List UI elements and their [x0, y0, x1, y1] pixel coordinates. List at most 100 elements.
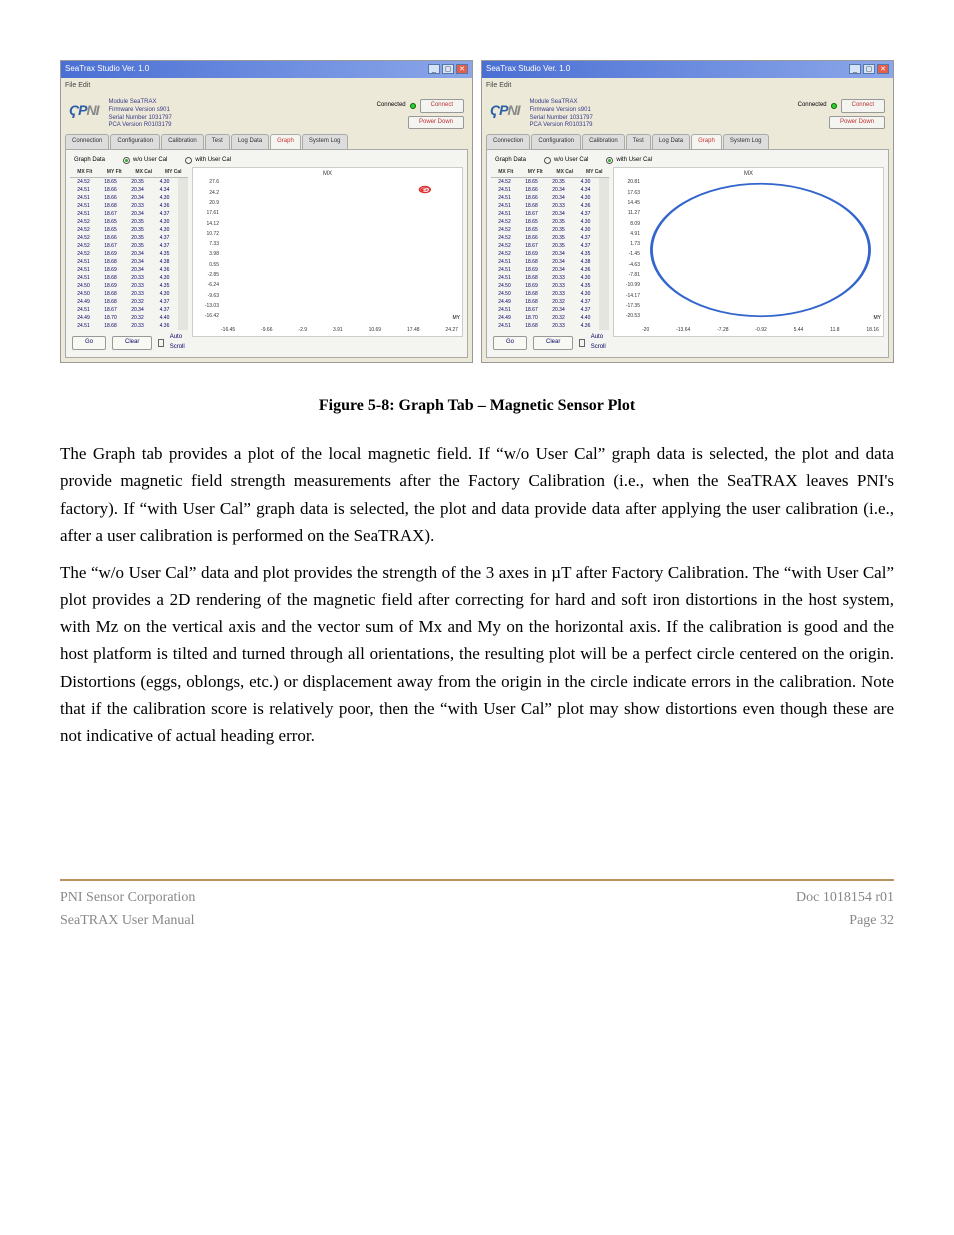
connect-button[interactable]: Connect — [841, 99, 885, 113]
go-button[interactable]: Go — [72, 336, 106, 350]
radio-with-usercal[interactable]: with User Cal — [606, 156, 652, 166]
tab-log-data[interactable]: Log Data — [652, 134, 690, 149]
tab-configuration[interactable]: Configuration — [531, 134, 581, 149]
connection-block: Connected Connect Power Down — [377, 99, 464, 129]
table-row: 24.5118.6920.344.36 — [70, 266, 178, 274]
plot-area — [221, 178, 458, 322]
app-window-left: SeaTrax Studio Ver. 1.0 _ ▢ ✕ File Edit … — [60, 60, 473, 363]
data-table: MX Flt MY Flt MX Cal MY Cal 24.5218.6520… — [70, 167, 188, 352]
window-title: SeaTrax Studio Ver. 1.0 — [65, 63, 149, 76]
graph-data-label: Graph Data — [495, 156, 526, 166]
table-body[interactable]: 24.5218.6520.354.30 24.5118.6620.344.34 24… — [70, 178, 188, 330]
menubar[interactable]: File Edit — [61, 78, 472, 93]
table-header: MX Flt MY Flt MX Cal MY Cal — [491, 167, 609, 178]
header-block: ҀPNI Module SeaTRAX Firmware Version s90… — [61, 93, 472, 134]
table-body[interactable]: 24.5218.6520.354.3024.5118.6620.344.3424… — [491, 178, 609, 330]
window-title: SeaTrax Studio Ver. 1.0 — [486, 63, 570, 76]
menubar[interactable]: File Edit — [482, 78, 893, 93]
col-myflt: MY Flt — [521, 168, 551, 176]
table-row: 24.5218.6520.354.30 — [491, 178, 599, 186]
paragraph-2: The “w/o User Cal” data and plot provide… — [60, 559, 894, 749]
status-led-icon — [410, 103, 416, 109]
pni-logo: ҀPNI — [69, 99, 98, 121]
x-label: MY — [453, 314, 461, 322]
power-down-button[interactable]: Power Down — [829, 116, 885, 130]
table-row: 24.4918.7020.324.40 — [491, 314, 599, 322]
table-row: 24.5018.6820.334.30 — [491, 290, 599, 298]
footer-page: Page 32 — [796, 910, 894, 932]
close-icon[interactable]: ✕ — [456, 64, 468, 74]
table-row: 24.5118.6820.344.38 — [70, 258, 178, 266]
firmware-version: Firmware Version s901 — [529, 107, 592, 115]
connection-block: Connected Connect Power Down — [798, 99, 885, 129]
col-myflt: MY Flt — [100, 168, 130, 176]
tab-test[interactable]: Test — [205, 134, 230, 149]
table-row: 24.5218.6920.344.35 — [491, 250, 599, 258]
table-row: 24.4918.7020.324.40 — [70, 314, 178, 322]
go-button[interactable]: Go — [493, 336, 527, 350]
status-led-icon — [831, 103, 837, 109]
tab-graph[interactable]: Graph — [691, 134, 722, 149]
power-down-button[interactable]: Power Down — [408, 116, 464, 130]
tab-connection[interactable]: Connection — [65, 134, 109, 149]
table-row: 24.5118.6820.344.38 — [491, 258, 599, 266]
table-row: 24.5218.6520.354.30 — [70, 218, 178, 226]
table-row: 24.5218.6520.354.30 — [70, 226, 178, 234]
paragraph-1: The Graph tab provides a plot of the loc… — [60, 440, 894, 549]
connected-label: Connected — [377, 101, 406, 111]
tab-bar: Connection Configuration Calibration Tes… — [486, 134, 889, 150]
header-block: ҀPNI Module SeaTRAX Firmware Version s90… — [482, 93, 893, 134]
minimize-icon[interactable]: _ — [849, 64, 861, 74]
window-controls: _ ▢ ✕ — [849, 64, 889, 74]
tab-system-log[interactable]: System Log — [723, 134, 769, 149]
plot-area — [642, 178, 879, 322]
table-row: 24.5118.6920.344.36 — [491, 266, 599, 274]
autoscroll-checkbox[interactable] — [579, 339, 584, 347]
tab-configuration[interactable]: Configuration — [110, 134, 160, 149]
table-row: 24.5218.6520.354.30 — [491, 226, 599, 234]
scrollbar-thumb[interactable] — [179, 178, 187, 194]
figure-caption: Figure 5-8: Graph Tab – Magnetic Sensor … — [60, 393, 894, 419]
col-mycal: MY Cal — [159, 168, 189, 176]
radio-with-usercal[interactable]: with User Cal — [185, 156, 231, 166]
scrollbar-thumb[interactable] — [600, 178, 608, 194]
maximize-icon[interactable]: ▢ — [863, 64, 875, 74]
plot-left: MX 27.624.220.917.6114.1210.727.333.980.… — [192, 167, 463, 337]
footer-manual: SeaTRAX User Manual — [60, 910, 195, 932]
maximize-icon[interactable]: ▢ — [442, 64, 454, 74]
autoscroll-checkbox[interactable] — [158, 339, 163, 347]
tab-test[interactable]: Test — [626, 134, 651, 149]
table-row: 24.5218.6720.354.37 — [491, 242, 599, 250]
window-controls: _ ▢ ✕ — [428, 64, 468, 74]
x-axis: -20-13.64-7.28-0.925.4411.818.16 — [642, 326, 879, 334]
radio-wo-usercal[interactable]: w/o User Cal — [544, 156, 588, 166]
clear-button[interactable]: Clear — [533, 336, 573, 350]
autoscroll-label: Auto Scroll — [591, 333, 607, 352]
table-row: 24.5118.6620.344.30 — [491, 194, 599, 202]
table-row: 24.5218.6620.354.37 — [491, 234, 599, 242]
body-text: The Graph tab provides a plot of the loc… — [60, 440, 894, 749]
table-row: 24.5118.6620.344.34 — [491, 186, 599, 194]
table-row: 24.5118.6820.334.30 — [491, 274, 599, 282]
module-name: Module SeaTRAX — [108, 99, 171, 107]
table-header: MX Flt MY Flt MX Cal MY Cal — [70, 167, 188, 178]
radio-wo-usercal[interactable]: w/o User Cal — [123, 156, 167, 166]
tab-connection[interactable]: Connection — [486, 134, 530, 149]
tab-system-log[interactable]: System Log — [302, 134, 348, 149]
close-icon[interactable]: ✕ — [877, 64, 889, 74]
col-mxflt: MX Flt — [70, 168, 100, 176]
connect-button[interactable]: Connect — [420, 99, 464, 113]
clear-button[interactable]: Clear — [112, 336, 152, 350]
tab-calibration[interactable]: Calibration — [582, 134, 625, 149]
tab-log-data[interactable]: Log Data — [231, 134, 269, 149]
table-row: 24.5118.6820.334.36 — [491, 202, 599, 210]
app-window-right: SeaTrax Studio Ver. 1.0 _ ▢ ✕ File Edit … — [481, 60, 894, 363]
tab-calibration[interactable]: Calibration — [161, 134, 204, 149]
table-row: 24.5118.6620.344.34 — [70, 186, 178, 194]
table-row: 24.5118.6720.344.37 — [491, 306, 599, 314]
table-row: 24.5118.6820.334.36 — [491, 322, 599, 330]
connected-label: Connected — [798, 101, 827, 111]
y-axis: 27.624.220.917.6114.1210.727.333.980.55-… — [195, 178, 219, 320]
minimize-icon[interactable]: _ — [428, 64, 440, 74]
tab-graph[interactable]: Graph — [270, 134, 301, 149]
